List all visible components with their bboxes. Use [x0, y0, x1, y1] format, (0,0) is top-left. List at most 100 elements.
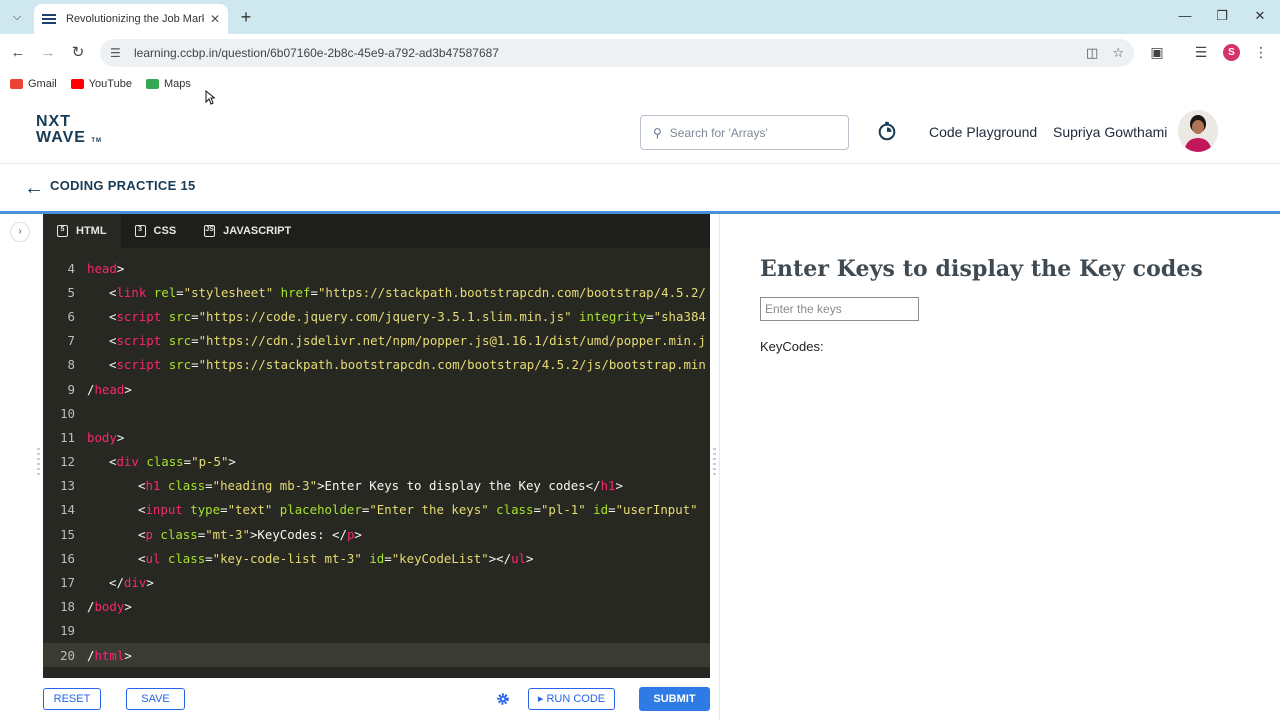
- extensions-icon[interactable]: ▣: [1147, 44, 1167, 61]
- browser-tab[interactable]: Revolutionizing the Job Market ✕: [34, 4, 228, 34]
- code-token: =: [533, 502, 541, 518]
- code-token: div: [123, 575, 147, 591]
- code-token: h1: [600, 478, 616, 494]
- code-token: "heading mb-3": [212, 478, 318, 494]
- user-name[interactable]: Supriya Gowthami: [1053, 124, 1167, 140]
- code-line[interactable]: 6 <script src="https://code.jquery.com/jq…: [43, 304, 710, 328]
- enter-keys-input[interactable]: [760, 297, 919, 321]
- code-playground-link[interactable]: Code Playground: [929, 124, 1037, 140]
- tab-close-icon[interactable]: ✕: [210, 12, 220, 26]
- code-line[interactable]: 20/html>: [43, 643, 710, 668]
- css-icon: 3: [134, 225, 146, 237]
- code-line[interactable]: 4 head>: [43, 256, 710, 280]
- practice-header: ← CODING PRACTICE 15: [0, 165, 1280, 211]
- code-token: "userInput": [615, 502, 698, 518]
- bookmark-maps[interactable]: Maps: [145, 78, 191, 90]
- code-line[interactable]: 17 </div>: [43, 570, 710, 594]
- code-line[interactable]: 12 <div class="p-5">: [43, 450, 710, 474]
- tab-label: CSS: [153, 225, 177, 237]
- code-line[interactable]: 10: [43, 401, 710, 425]
- code-token: class: [160, 526, 198, 542]
- code-token: =: [608, 502, 616, 518]
- run-code-button[interactable]: ▸ RUN CODE: [528, 688, 615, 710]
- code-line[interactable]: 16 <ul class="key-code-list mt-3" id="key…: [43, 546, 710, 570]
- code-text: <input type="text" placeholder="Enter th…: [87, 502, 698, 517]
- code-editor[interactable]: 5 HTML 3 CSS JS JAVASCRIPT 4 head> 5 <link …: [43, 214, 710, 678]
- avatar-image: [1178, 110, 1218, 152]
- profile-avatar-icon[interactable]: S: [1223, 44, 1240, 61]
- code-line[interactable]: 18/body>: [43, 595, 710, 619]
- browser-menu-icon[interactable]: ⋮: [1251, 44, 1271, 61]
- code-line[interactable]: 14 <input type="text" placeholder="Enter …: [43, 498, 710, 522]
- code-line[interactable]: 8 <script src="https://stackpath.bootstra…: [43, 353, 710, 377]
- bookmark-star-icon[interactable]: ☆: [1112, 45, 1124, 61]
- code-token: =: [205, 478, 213, 494]
- tab-label: HTML: [76, 225, 107, 237]
- close-window-icon[interactable]: ✕: [1250, 8, 1270, 24]
- address-bar[interactable]: ☰ learning.ccbp.in/question/6b07160e-2b8…: [100, 39, 1134, 67]
- code-token: "https://stackpath.bootstrapcdn.com/boot…: [317, 284, 706, 300]
- code-line[interactable]: 15 <p class="mt-3">KeyCodes: </p>: [43, 522, 710, 546]
- line-number: 14: [60, 502, 75, 518]
- bookmark-gmail[interactable]: Gmail: [10, 78, 57, 90]
- maps-icon: [145, 79, 159, 89]
- back-arrow-icon[interactable]: ←: [24, 177, 44, 200]
- line-number: 12: [60, 454, 75, 470]
- browser-toolbar: ← → ↻ ☰ learning.ccbp.in/question/6b0716…: [0, 34, 1280, 72]
- code-lines[interactable]: 4 head> 5 <link rel="stylesheet" href="http…: [43, 256, 710, 668]
- tab-search-chevron-icon[interactable]: ⌵: [6, 6, 28, 28]
- install-app-icon[interactable]: ◫: [1086, 45, 1098, 61]
- search-input[interactable]: ⚲ Search for 'Arrays': [640, 115, 849, 150]
- back-icon[interactable]: ←: [8, 43, 28, 63]
- code-text: /body>: [87, 599, 132, 614]
- restore-icon[interactable]: ❐: [1212, 8, 1232, 24]
- save-button[interactable]: SAVE: [126, 688, 185, 710]
- tab-javascript[interactable]: JS JAVASCRIPT: [190, 214, 305, 248]
- tab-css[interactable]: 3 CSS: [121, 214, 191, 248]
- chevron-right-icon[interactable]: ›: [10, 222, 30, 242]
- nxtwave-logo[interactable]: NXT WAVE TM: [36, 114, 102, 149]
- code-line[interactable]: 13 <h1 class="heading mb-3">Enter Keys to…: [43, 474, 710, 498]
- line-number: 17: [60, 575, 75, 591]
- code-token: >KeyCodes: </: [249, 526, 347, 542]
- reset-button[interactable]: RESET: [43, 688, 101, 710]
- code-token: "p-5": [191, 454, 229, 470]
- tab-html[interactable]: 5 HTML: [43, 214, 121, 248]
- code-token: h1: [145, 478, 161, 494]
- media-controls-icon[interactable]: ☰: [1191, 44, 1211, 61]
- submit-button[interactable]: SUBMIT: [639, 687, 710, 711]
- code-line[interactable]: 19: [43, 619, 710, 643]
- code-token: script: [116, 308, 162, 324]
- site-info-icon[interactable]: ☰: [110, 46, 124, 60]
- line-number: 9: [67, 381, 75, 397]
- timer-icon[interactable]: [876, 120, 898, 142]
- editor-resize-handle[interactable]: [713, 448, 716, 480]
- new-tab-icon[interactable]: +: [236, 7, 256, 27]
- code-line[interactable]: 7 <script src="https://cdn.jsdelivr.net/n…: [43, 329, 710, 353]
- left-resize-handle[interactable]: [37, 448, 40, 480]
- user-avatar[interactable]: [1178, 110, 1218, 152]
- search-placeholder: Search for 'Arrays': [669, 125, 768, 140]
- search-icon: ⚲: [653, 125, 662, 140]
- output-preview: Enter Keys to display the Key codes KeyC…: [719, 214, 1280, 720]
- minimize-icon[interactable]: —: [1175, 8, 1195, 23]
- code-token: >: [146, 575, 154, 591]
- code-token: =: [646, 308, 654, 324]
- gear-icon[interactable]: [496, 692, 510, 706]
- code-line[interactable]: 5 <link rel="stylesheet" href="https://st…: [43, 280, 710, 304]
- mouse-pointer-icon: [205, 90, 215, 105]
- line-number: 11: [60, 429, 75, 445]
- bookmark-youtube[interactable]: YouTube: [70, 78, 132, 90]
- code-line[interactable]: 11 body>: [43, 425, 710, 449]
- code-line[interactable]: 9/head>: [43, 377, 710, 401]
- bookmarks-bar: Gmail YouTube Maps: [0, 72, 1280, 96]
- code-token: src: [168, 357, 192, 373]
- forward-icon[interactable]: →: [38, 43, 58, 63]
- code-token: =: [191, 308, 199, 324]
- reload-icon[interactable]: ↻: [68, 43, 88, 63]
- code-token: "stylesheet": [183, 284, 274, 300]
- code-token: =: [183, 454, 192, 470]
